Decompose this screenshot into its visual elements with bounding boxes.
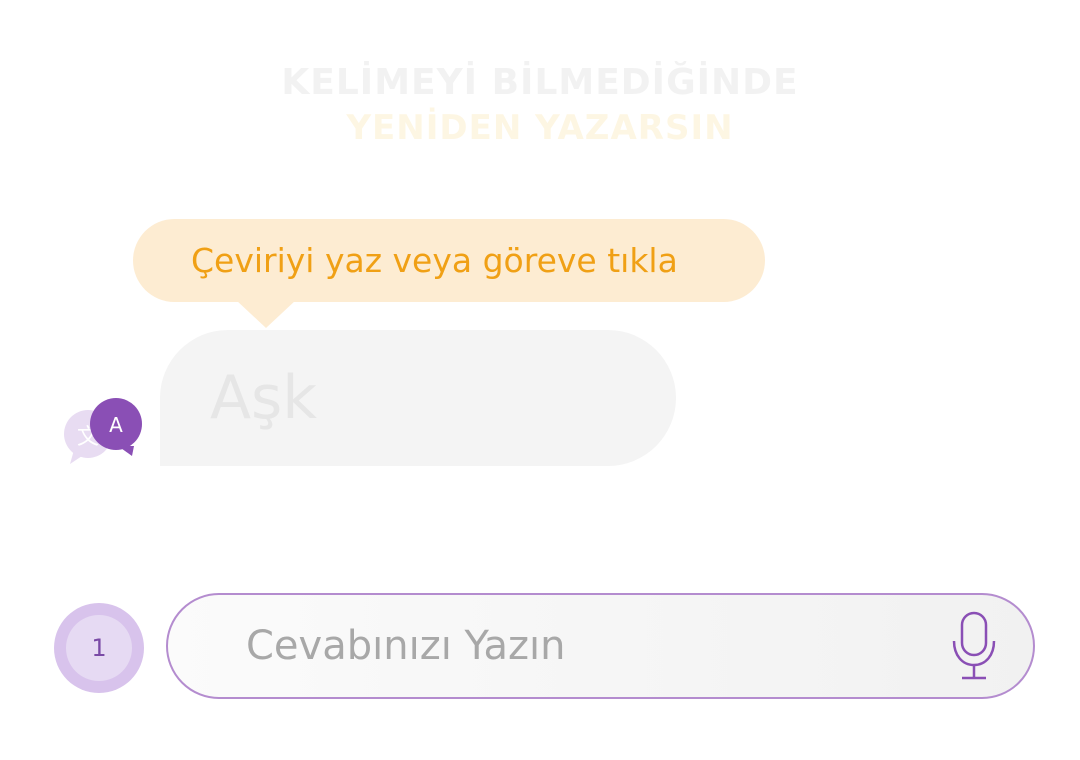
- translate-front-letter: A: [109, 413, 123, 437]
- heading-line-2: YENİDEN YAZARSIN: [346, 108, 734, 148]
- hint-tooltip-arrow: [236, 300, 296, 328]
- translate-icon[interactable]: 文 A: [60, 398, 150, 473]
- microphone-icon[interactable]: [950, 611, 998, 683]
- question-counter-value: 1: [66, 615, 132, 681]
- hint-tooltip-text: Çeviriyi yaz veya göreve tıkla: [191, 241, 678, 280]
- word-task-bubble[interactable]: Aşk: [160, 330, 676, 466]
- lesson-screen: KELİMEYİ BİLMEDİĞİNDE YENİDEN YAZARSIN Ç…: [0, 0, 1080, 760]
- word-task-text: Aşk: [210, 363, 318, 433]
- answer-input-placeholder: Cevabınızı Yazın: [246, 623, 566, 669]
- answer-input[interactable]: Cevabınızı Yazın: [166, 593, 1035, 699]
- heading-line-1: KELİMEYİ BİLMEDİĞİNDE: [281, 62, 799, 103]
- question-counter: 1: [54, 603, 144, 693]
- hint-tooltip: Çeviriyi yaz veya göreve tıkla: [133, 219, 765, 302]
